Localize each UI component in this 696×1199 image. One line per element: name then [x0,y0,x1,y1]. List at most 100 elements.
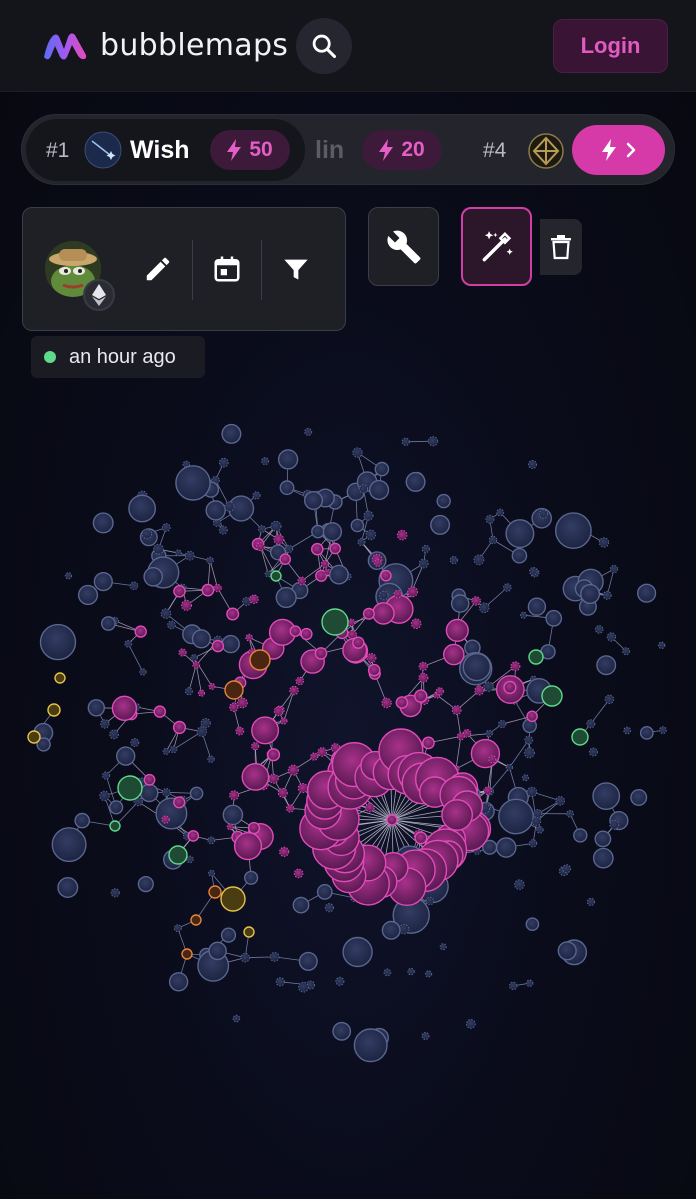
bubble-node[interactable] [418,558,429,569]
bubble-node[interactable] [421,544,430,554]
bubble-node[interactable] [322,522,343,542]
bubble-node[interactable] [275,586,297,609]
bubble-node[interactable] [557,941,577,961]
bubble-node[interactable] [522,774,529,782]
bubble-node[interactable] [298,981,309,993]
bubble-node[interactable] [174,549,182,557]
bubble-node[interactable] [74,812,90,829]
bubble-node[interactable] [111,695,138,721]
bubble-node[interactable] [538,509,549,519]
bubble-node[interactable] [277,787,288,798]
bubble-node[interactable] [87,699,106,717]
bubble-node[interactable] [256,542,265,552]
bubble-node[interactable] [657,641,666,650]
bubble-node[interactable] [141,528,153,540]
bubble-node[interactable] [181,948,193,960]
bubble-node[interactable] [342,936,373,968]
bubble-node[interactable] [358,484,368,494]
bubble-node[interactable] [277,449,299,470]
bubble-node[interactable] [27,730,41,744]
bubble-node[interactable] [505,763,514,772]
bubble-node[interactable] [606,632,617,642]
bubble-node[interactable] [353,1028,388,1063]
bubble-node[interactable] [279,553,292,565]
filter-button[interactable] [279,252,313,286]
bubble-node[interactable] [200,718,211,729]
bubble-node[interactable] [436,493,451,509]
bubble-node[interactable] [173,924,182,933]
bubble-node[interactable] [304,490,324,510]
bubble-node[interactable] [483,681,494,692]
bubble-node[interactable] [249,649,271,671]
bubble-node[interactable] [139,783,159,803]
bubble-node[interactable] [178,648,187,657]
bubble-node[interactable] [529,839,538,848]
bubble-node[interactable] [418,661,428,671]
bubble-node[interactable] [365,802,375,813]
bubble-node[interactable] [184,550,195,561]
bubble-node[interactable] [380,569,392,582]
bubble-node[interactable] [224,501,235,512]
bubble-node[interactable] [173,796,186,809]
bubble-node[interactable] [541,685,563,707]
bubble-node[interactable] [186,855,194,864]
bubble-node[interactable] [407,967,415,976]
bubble-node[interactable] [566,809,574,818]
bubble-node[interactable] [109,820,121,832]
bubble-node[interactable] [143,773,156,786]
bubble-node[interactable] [304,427,313,436]
bubble-node[interactable] [357,538,366,546]
bubble-node[interactable] [233,832,263,861]
bubble-node[interactable] [526,786,538,798]
bubble-node[interactable] [366,653,377,663]
bubble-node[interactable] [197,689,206,697]
bubble-node[interactable] [335,976,345,986]
bubble-node[interactable] [244,870,259,885]
bubble-node[interactable] [189,786,204,801]
bubble-node[interactable] [523,747,535,759]
bubble-node[interactable] [64,572,73,580]
bubble-node[interactable] [224,680,244,700]
bubble-node[interactable] [471,596,481,606]
bubble-node[interactable] [270,570,282,582]
bubble-node[interactable] [297,576,307,586]
bubble-node[interactable] [129,581,139,591]
bubble-node[interactable] [279,480,295,496]
bubble-node[interactable] [598,537,610,548]
bubble-node[interactable] [425,896,435,906]
bubble-node[interactable] [594,830,612,848]
bubble-node[interactable] [428,436,439,447]
bubble-node[interactable] [401,437,410,446]
bubble-node[interactable] [329,542,342,555]
bubble-node[interactable] [300,627,313,641]
bubble-node[interactable] [191,629,211,649]
bubble-node[interactable] [465,1019,476,1029]
bubble-node[interactable] [311,524,325,539]
bubble-node[interactable] [509,981,518,991]
bubble-node[interactable] [524,735,534,745]
bubble-node[interactable] [168,845,188,865]
bubble-node[interactable] [462,652,491,682]
bubble-node[interactable] [268,773,279,784]
bubble-node[interactable] [596,655,617,676]
bubble-node[interactable] [292,896,310,914]
bubble-node[interactable] [527,597,547,616]
bubble-node[interactable] [586,719,596,729]
bubble-node[interactable] [205,500,226,521]
bubble-node[interactable] [592,847,614,869]
bubble-node[interactable] [555,796,566,806]
bubble-node[interactable] [261,457,270,466]
bubble-node[interactable] [514,879,525,890]
coin-icon[interactable] [527,132,565,170]
bubble-node[interactable] [449,556,458,565]
bubble-node[interactable] [213,583,222,593]
bubble-node[interactable] [162,747,170,755]
bubble-node[interactable] [474,685,485,696]
bubble-node[interactable] [363,510,374,521]
bubble-node[interactable] [488,755,497,764]
bubble-node[interactable] [609,819,620,830]
brand-logo[interactable]: bubblemaps [42,28,288,63]
bubble-node[interactable] [190,914,202,926]
bubble-node[interactable] [167,620,176,630]
bubble-node[interactable] [252,491,261,500]
